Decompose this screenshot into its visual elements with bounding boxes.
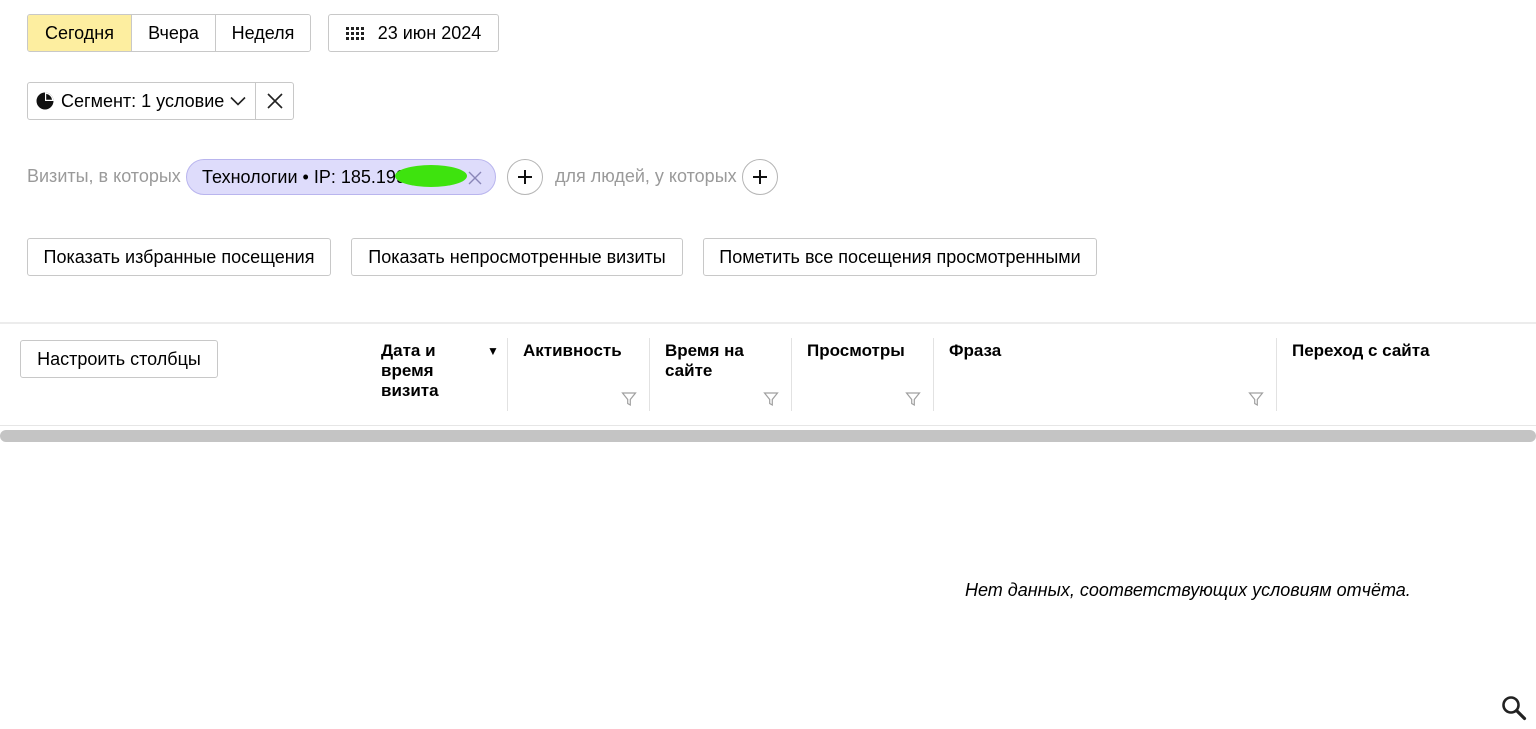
segment-dropdown[interactable]: Сегмент: 1 условие	[28, 83, 256, 119]
chip-remove-icon[interactable]	[467, 170, 483, 186]
column-header-pageviews[interactable]: Просмотры	[791, 338, 933, 411]
horizontal-scrollbar[interactable]	[0, 430, 1536, 442]
visits-condition-label: Визиты, в которых	[27, 166, 181, 186]
column-label: Дата и время визита	[381, 341, 439, 400]
show-unviewed-button[interactable]: Показать непросмотренные визиты	[351, 238, 683, 276]
table-header-divider	[0, 425, 1536, 426]
column-label: Активность	[523, 341, 622, 360]
date-picker-label: 23 июн 2024	[377, 22, 482, 43]
column-label: Время на сайте	[665, 341, 744, 380]
column-header-activity[interactable]: Активность	[507, 338, 649, 411]
sort-indicator-icon: ▼	[487, 344, 499, 358]
add-people-condition-button[interactable]	[742, 159, 778, 195]
column-header-visit-date[interactable]: Дата и время визита ▼	[366, 338, 507, 411]
people-condition-label: для людей, у которых	[555, 166, 737, 186]
plus-icon	[518, 170, 532, 184]
segment-clear-button[interactable]	[256, 83, 293, 119]
date-picker-button[interactable]: 23 июн 2024	[328, 14, 499, 52]
empty-state-message: Нет данных, соответствующих условиям отч…	[965, 580, 1411, 600]
period-selector: Сегодня Вчера Неделя	[27, 14, 311, 52]
column-header-referrer[interactable]: Переход с сайта	[1276, 338, 1536, 411]
add-visit-condition-button[interactable]	[507, 159, 543, 195]
pie-chart-icon	[36, 92, 54, 110]
column-label: Переход с сайта	[1292, 341, 1430, 360]
mark-all-viewed-button[interactable]: Пометить все посещения просмотренными	[703, 238, 1097, 276]
search-icon[interactable]	[1501, 695, 1527, 721]
period-week-button[interactable]: Неделя	[216, 15, 310, 51]
calendar-icon	[345, 26, 364, 40]
column-label: Фраза	[949, 341, 1002, 360]
filter-icon[interactable]	[1248, 391, 1264, 407]
column-header-phrase[interactable]: Фраза	[933, 338, 1276, 411]
configure-columns-button[interactable]: Настроить столбцы	[20, 340, 218, 378]
column-label: Просмотры	[807, 341, 905, 360]
plus-icon	[753, 170, 767, 184]
chevron-down-icon	[230, 96, 246, 106]
filter-icon[interactable]	[905, 391, 921, 407]
segment-selector: Сегмент: 1 условие	[27, 82, 294, 120]
table-top-divider	[0, 322, 1536, 324]
redaction-mark	[395, 165, 467, 187]
filter-icon[interactable]	[621, 391, 637, 407]
period-today-button[interactable]: Сегодня	[28, 15, 132, 51]
column-header-time-on-site[interactable]: Время на сайте	[649, 338, 791, 411]
period-yesterday-button[interactable]: Вчера	[132, 15, 216, 51]
close-icon	[266, 93, 283, 109]
segment-label: Сегмент: 1 условие	[61, 90, 225, 111]
show-favorites-button[interactable]: Показать избранные посещения	[27, 238, 331, 276]
filter-icon[interactable]	[763, 391, 779, 407]
condition-chip-label: Технологии • IP: 185.199.	[202, 166, 411, 187]
